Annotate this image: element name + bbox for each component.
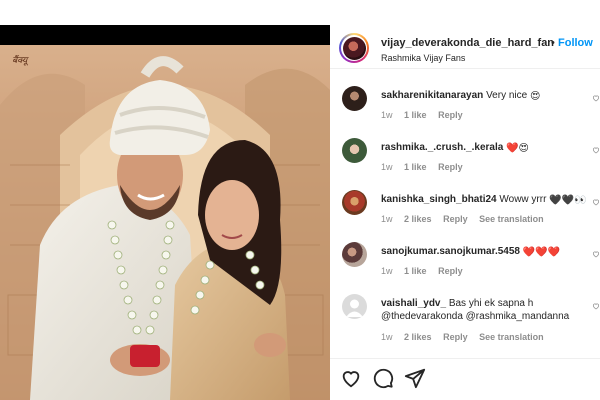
comment-likes[interactable]: 1 like bbox=[404, 266, 427, 276]
comment-text: sanojkumar.sanojkumar.5458 ❤️❤️❤️ bbox=[381, 245, 593, 259]
comment-like-heart-icon[interactable] bbox=[592, 198, 600, 206]
post-action-bar bbox=[330, 358, 600, 389]
comment-username[interactable]: vaishali_ydv_ bbox=[381, 298, 446, 309]
avatar-image bbox=[342, 36, 366, 60]
author-username[interactable]: vijay_deverakonda_die_hard_fan bbox=[381, 37, 554, 49]
comment-likes[interactable]: 1 like bbox=[404, 162, 427, 172]
comment-like-heart-icon[interactable] bbox=[592, 302, 600, 310]
commenter-avatar[interactable] bbox=[342, 190, 367, 215]
comment-emojis: ❤️❤️❤️ bbox=[522, 247, 561, 258]
see-translation-link[interactable]: See translation bbox=[479, 214, 544, 224]
comment-text: kanishka_singh_bhati24 Woww yrrr 🖤🖤👀 bbox=[381, 193, 593, 207]
comment-likes[interactable]: 1 like bbox=[404, 110, 427, 120]
see-translation-link[interactable]: See translation bbox=[479, 332, 544, 342]
comment-text: rashmika._.crush._.kerala ❤️😍 bbox=[381, 141, 593, 155]
comment-meta: 1w 2 likes Reply See translation bbox=[381, 214, 553, 224]
comment-like-heart-icon[interactable] bbox=[592, 250, 600, 258]
comment-item: vaishali_ydv_ Bas yhi ek sapna h @thedev… bbox=[330, 294, 600, 350]
comment-meta: 1w 2 likes Reply See translation bbox=[381, 332, 553, 342]
reply-button[interactable]: Reply bbox=[438, 162, 463, 172]
post-details-panel: vijay_deverakonda_die_hard_fan • Follow … bbox=[330, 20, 600, 400]
comment-time[interactable]: 1w bbox=[381, 214, 393, 224]
post-image-area: बैंक्यू bbox=[0, 0, 330, 400]
comment-time[interactable]: 1w bbox=[381, 110, 393, 120]
comment-username[interactable]: rashmika._.crush._.kerala bbox=[381, 142, 503, 153]
comment-username[interactable]: kanishka_singh_bhati24 bbox=[381, 194, 497, 205]
comment-meta: 1w 1 like Reply bbox=[381, 266, 472, 276]
comment-text: vaishali_ydv_ Bas yhi ek sapna h @thedev… bbox=[381, 297, 593, 325]
follow-button[interactable]: Follow bbox=[558, 37, 593, 49]
commenter-avatar[interactable] bbox=[342, 242, 367, 267]
comment-body: Very nice bbox=[486, 90, 528, 101]
avatar-ring-gap bbox=[341, 35, 367, 61]
header-separator: • bbox=[551, 37, 555, 49]
reply-button[interactable]: Reply bbox=[438, 110, 463, 120]
image-letterbox-bar bbox=[0, 25, 330, 45]
comment-likes[interactable]: 2 likes bbox=[404, 332, 432, 342]
comment-time[interactable]: 1w bbox=[381, 266, 393, 276]
comment-text: sakharenikitanarayan Very nice 😍 bbox=[381, 89, 593, 103]
comment-like-heart-icon[interactable] bbox=[592, 146, 600, 154]
author-avatar[interactable] bbox=[339, 33, 369, 63]
comment-item: kanishka_singh_bhati24 Woww yrrr 🖤🖤👀 1w … bbox=[330, 190, 600, 238]
photo-watermark: बैंक्यू bbox=[12, 55, 28, 65]
author-subtitle[interactable]: Rashmika Vijay Fans bbox=[381, 53, 465, 63]
default-user-icon bbox=[346, 299, 363, 317]
comment-emojis: 🖤🖤👀 bbox=[549, 195, 587, 206]
comment-meta: 1w 1 like Reply bbox=[381, 162, 472, 172]
comment-time[interactable]: 1w bbox=[381, 332, 393, 342]
comment-icon[interactable] bbox=[372, 367, 394, 389]
comment-time[interactable]: 1w bbox=[381, 162, 393, 172]
post-photo[interactable]: बैंक्यू bbox=[0, 45, 330, 400]
comment-likes[interactable]: 2 likes bbox=[404, 214, 432, 224]
reply-button[interactable]: Reply bbox=[438, 266, 463, 276]
post-header: vijay_deverakonda_die_hard_fan • Follow … bbox=[330, 20, 600, 69]
comment-body: Woww yrrr bbox=[499, 194, 547, 205]
comment-meta: 1w 1 like Reply bbox=[381, 110, 472, 120]
comment-emojis: ❤️😍 bbox=[506, 143, 529, 154]
share-icon[interactable] bbox=[404, 367, 426, 389]
reply-button[interactable]: Reply bbox=[443, 214, 468, 224]
commenter-avatar-default[interactable] bbox=[342, 294, 367, 319]
comment-username[interactable]: sakharenikitanarayan bbox=[381, 90, 483, 101]
commenter-avatar[interactable] bbox=[342, 138, 367, 163]
comment-like-heart-icon[interactable] bbox=[592, 94, 600, 102]
heart-icon[interactable] bbox=[340, 367, 362, 389]
commenter-avatar[interactable] bbox=[342, 86, 367, 111]
reply-button[interactable]: Reply bbox=[443, 332, 468, 342]
comment-emojis: 😍 bbox=[529, 91, 541, 102]
wedding-photo-illustration bbox=[0, 45, 330, 400]
comment-item: sanojkumar.sanojkumar.5458 ❤️❤️❤️ 1w 1 l… bbox=[330, 242, 600, 290]
comment-item: rashmika._.crush._.kerala ❤️😍 1w 1 like … bbox=[330, 138, 600, 186]
comment-item: sakharenikitanarayan Very nice 😍 1w 1 li… bbox=[330, 86, 600, 134]
comment-username[interactable]: sanojkumar.sanojkumar.5458 bbox=[381, 246, 520, 257]
